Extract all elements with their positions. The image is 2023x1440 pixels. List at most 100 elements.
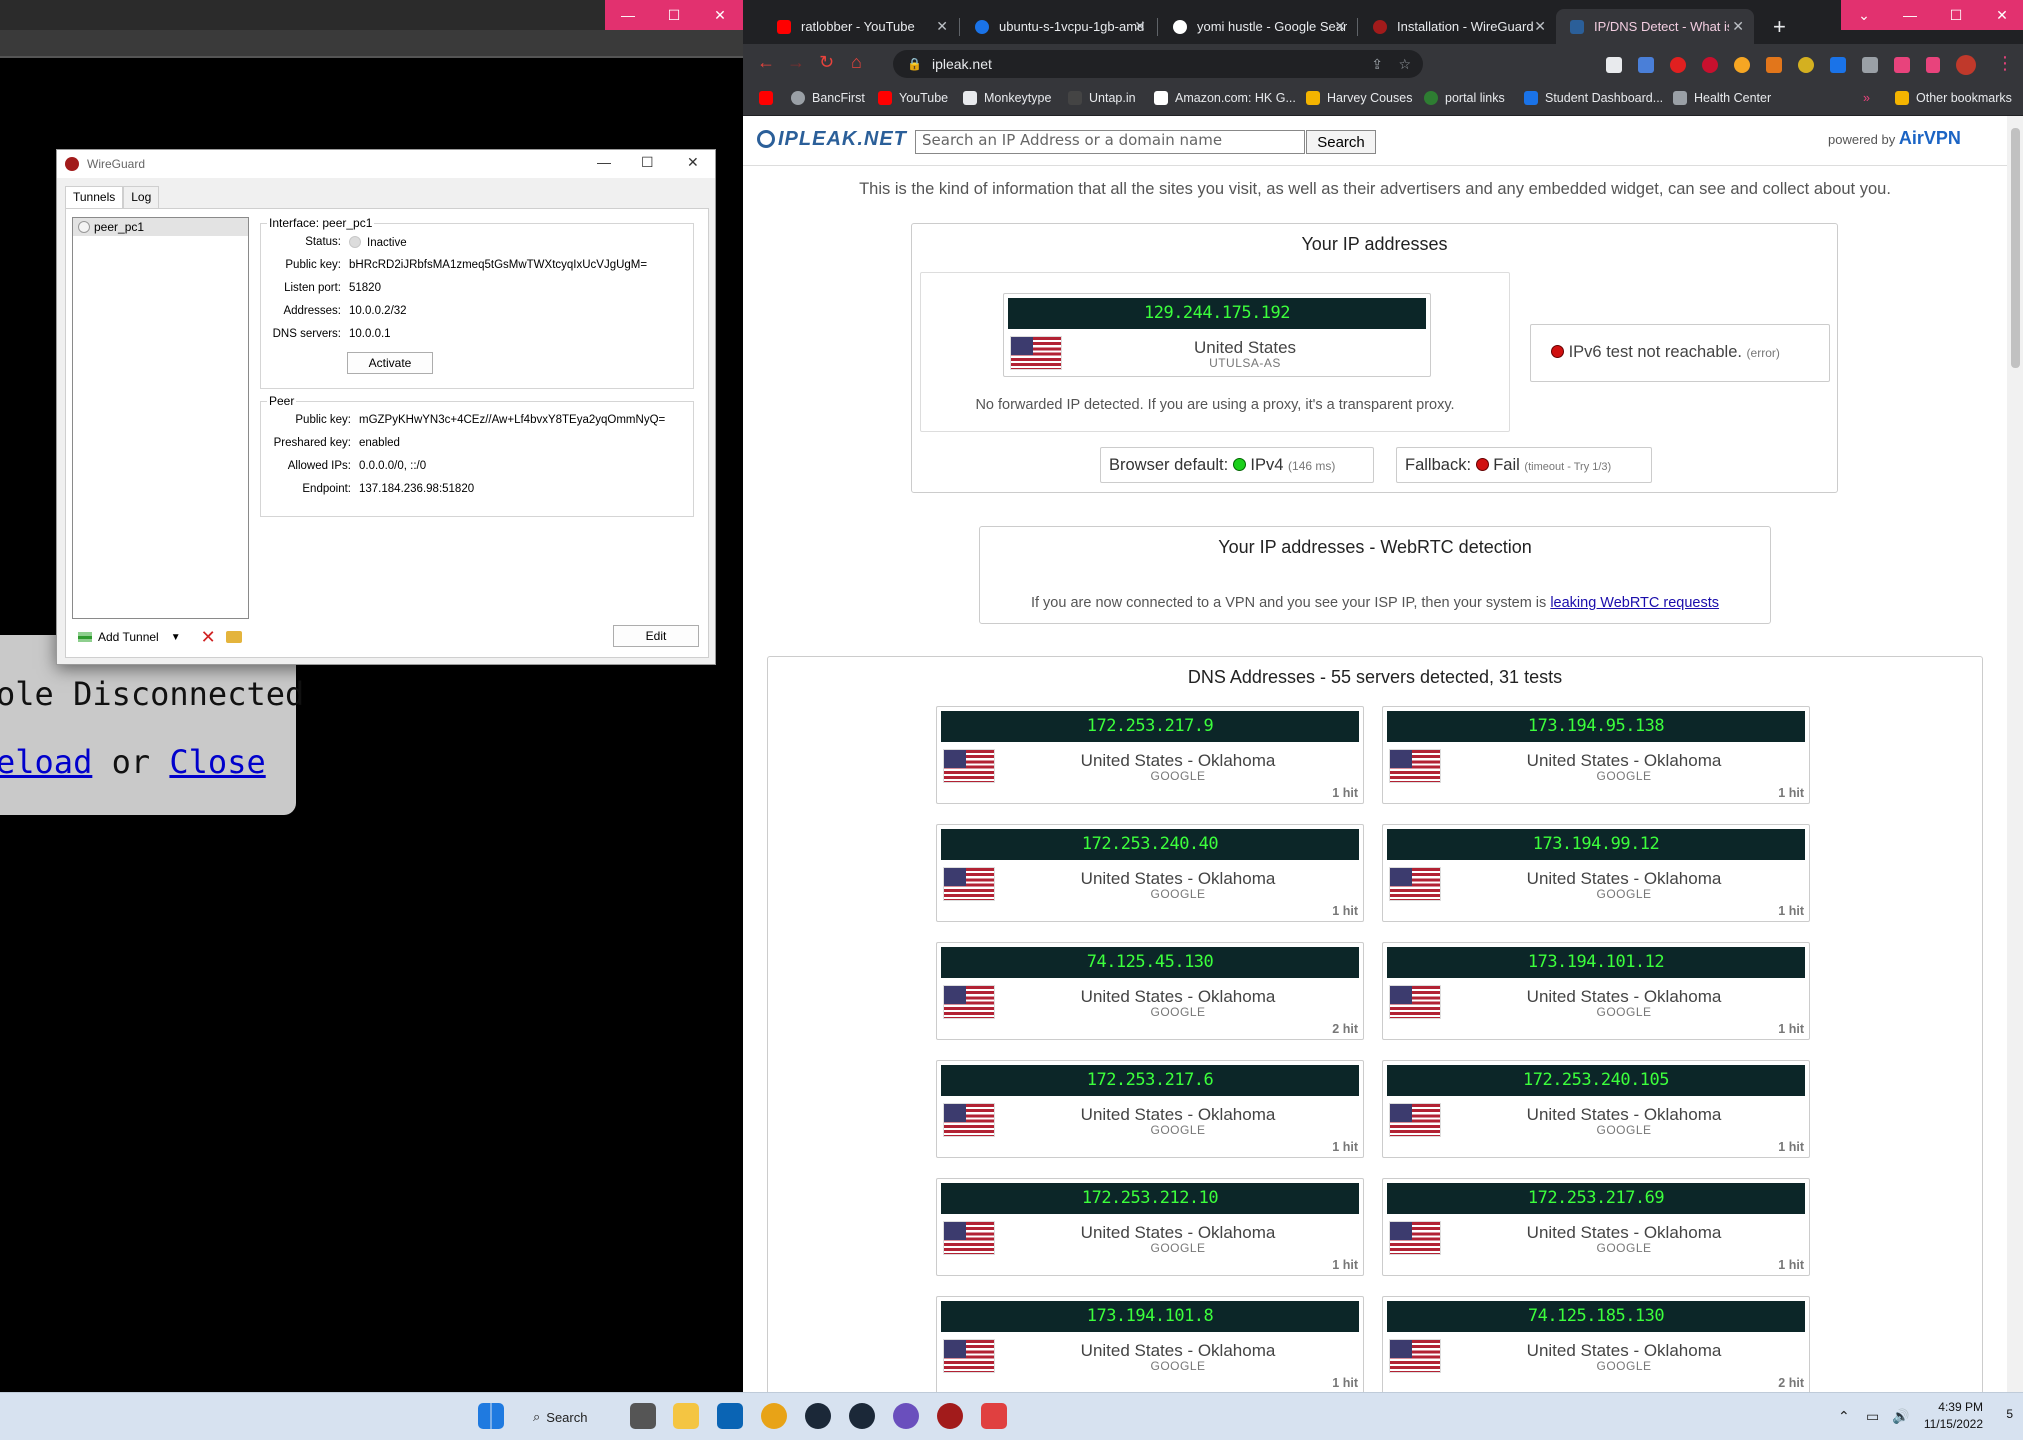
ipleak-logo[interactable]: IPLEAK.NET — [757, 128, 907, 151]
outlook-icon[interactable] — [717, 1403, 743, 1429]
minimize-button[interactable]: — — [1887, 0, 1933, 30]
dns-ip: 74.125.45.130 — [941, 947, 1359, 978]
forward-icon[interactable]: → — [787, 52, 805, 73]
bookmark-item[interactable]: Monkeytype — [963, 91, 1051, 105]
dns-ip: 74.125.185.130 — [1387, 1301, 1805, 1332]
console-close-button[interactable]: ✕ — [697, 0, 743, 30]
search-button[interactable]: Search — [1306, 130, 1376, 154]
file-explorer-icon[interactable] — [673, 1403, 699, 1429]
clock[interactable]: 4:39 PM 11/15/2022 — [1924, 1399, 1983, 1433]
close-tab-icon[interactable]: ✕ — [1334, 18, 1346, 35]
address-bar[interactable]: 🔒 ipleak.net ⇪ ☆ — [893, 50, 1423, 78]
browser-tab[interactable]: ubuntu-s-1vcpu-1gb-amd ✕ — [961, 9, 1156, 44]
avatar[interactable] — [1956, 55, 1976, 75]
minimize-icon[interactable]: — — [597, 154, 611, 170]
extension-icon[interactable] — [1670, 57, 1686, 73]
other-bookmarks[interactable]: Other bookmarks — [1895, 91, 2012, 105]
close-link[interactable]: Close — [169, 743, 265, 781]
console-minimize-button[interactable]: — — [605, 0, 651, 30]
chevron-down-icon[interactable]: ▼ — [171, 632, 181, 643]
snipping-tool-icon[interactable] — [981, 1403, 1007, 1429]
bookmark-item[interactable]: Untap.in — [1068, 91, 1136, 105]
ip-card-title: Your IP addresses — [1301, 234, 1448, 254]
field-value: mGZPyKHwYN3c+4CEz//Aw+Lf4bvxY8TEya2yqOmm… — [359, 414, 666, 426]
more-bookmarks-chevron[interactable]: » — [1863, 91, 1870, 105]
network-icon[interactable]: ▭ — [1866, 1408, 1879, 1425]
tab-search-button[interactable]: ⌄ — [1841, 0, 1887, 30]
extension-icon[interactable] — [1606, 57, 1622, 73]
dns-hits: 1 hit — [1332, 1376, 1358, 1390]
windows-start-icon[interactable] — [478, 1403, 504, 1429]
notification-count[interactable]: 5 — [2006, 1407, 2013, 1421]
main-ip-box: 129.244.175.192 United States UTULSA-AS — [1003, 293, 1431, 377]
edit-button[interactable]: Edit — [613, 625, 699, 647]
maximize-button[interactable]: ☐ — [1933, 0, 1979, 30]
steam-icon[interactable] — [849, 1403, 875, 1429]
bookmark-item[interactable]: portal links — [1424, 91, 1505, 105]
extension-icon[interactable] — [1798, 57, 1814, 73]
task-view-icon[interactable] — [630, 1403, 656, 1429]
bookmark-item[interactable]: BancFirst — [791, 91, 865, 105]
chrome-icon[interactable] — [761, 1403, 787, 1429]
volume-icon[interactable]: 🔊 — [1892, 1408, 1909, 1425]
browser-tab[interactable]: ratlobber - YouTube ✕ — [763, 9, 958, 44]
home-icon[interactable]: ⌂ — [851, 52, 862, 73]
browser-tab[interactable]: Installation - WireGuard ✕ — [1359, 9, 1556, 44]
bookmark-item[interactable]: Health Center — [1673, 91, 1771, 105]
reload-link[interactable]: eload — [0, 743, 92, 781]
browser-tab[interactable]: yomi hustle - Google Search ✕ — [1159, 9, 1356, 44]
bookmark-item[interactable]: YouTube — [878, 91, 948, 105]
menu-icon[interactable]: ⋮ — [1996, 53, 2014, 74]
bookmark-item[interactable] — [759, 91, 780, 105]
steam-icon[interactable] — [805, 1403, 831, 1429]
reload-icon[interactable]: ↻ — [819, 52, 834, 73]
close-tab-icon[interactable]: ✕ — [936, 18, 948, 35]
ip-search-input[interactable]: Search an IP Address or a domain name — [915, 130, 1305, 154]
bookmark-item[interactable]: Harvey Couses — [1306, 91, 1412, 105]
field-value: 51820 — [349, 282, 381, 294]
bookmark-item[interactable]: Amazon.com: HK G... — [1154, 91, 1296, 105]
delete-tunnel-icon[interactable]: ✕ — [201, 627, 216, 648]
console-maximize-button[interactable]: ☐ — [651, 0, 697, 30]
app-icon[interactable] — [893, 1403, 919, 1429]
bookmark-label: portal links — [1445, 91, 1505, 105]
chevron-up-icon[interactable]: ⌃ — [1838, 1408, 1850, 1425]
powered-by[interactable]: powered by AirVPN — [1828, 128, 1961, 149]
bookmark-item[interactable]: Student Dashboard... — [1524, 91, 1663, 105]
close-icon[interactable]: ✕ — [687, 154, 699, 171]
webrtc-link[interactable]: leaking WebRTC requests — [1550, 595, 1719, 611]
metamask-icon[interactable] — [1766, 57, 1782, 73]
clock-time: 4:39 PM — [1938, 1400, 1983, 1414]
tunnel-list[interactable]: peer_pc1 — [72, 217, 249, 619]
extension-icon[interactable] — [1862, 57, 1878, 73]
ublock-icon[interactable] — [1702, 57, 1718, 73]
wireguard-icon[interactable] — [937, 1403, 963, 1429]
back-icon[interactable]: ← — [757, 52, 775, 73]
tab-tunnels[interactable]: Tunnels — [65, 186, 124, 208]
star-icon[interactable]: ☆ — [1398, 56, 1411, 73]
close-tab-icon[interactable]: ✕ — [1732, 18, 1744, 35]
status-row: Status: Inactive — [261, 236, 693, 254]
translate-icon[interactable] — [1638, 57, 1654, 73]
close-button[interactable]: ✕ — [1979, 0, 2023, 30]
maximize-icon[interactable]: ☐ — [641, 154, 654, 171]
extension-icon[interactable] — [1734, 57, 1750, 73]
puzzle-icon[interactable] — [1894, 57, 1910, 73]
new-tab-button[interactable]: + — [1773, 14, 1786, 40]
add-tunnel-button[interactable]: Add Tunnel ▼ — [72, 630, 187, 644]
close-tab-icon[interactable]: ✕ — [1534, 18, 1546, 35]
browser-toolbar: ← → ↻ ⌂ 🔒 ipleak.net ⇪ ☆ ⋮ — [743, 44, 2023, 84]
activate-button[interactable]: Activate — [347, 352, 433, 374]
taskbar-search[interactable]: ⌕ Search — [533, 1405, 587, 1429]
tunnel-item[interactable]: peer_pc1 — [73, 218, 248, 236]
side-panel-icon[interactable] — [1926, 57, 1940, 73]
scroll-thumb[interactable] — [2011, 128, 2020, 368]
extension-icon[interactable] — [1830, 57, 1846, 73]
browser-tab-active[interactable]: IP/DNS Detect - What is your IP ✕ — [1556, 9, 1754, 44]
share-icon[interactable]: ⇪ — [1371, 56, 1383, 73]
tab-log[interactable]: Log — [123, 186, 160, 208]
export-folder-icon[interactable] — [225, 631, 242, 643]
close-tab-icon[interactable]: ✕ — [1134, 18, 1146, 35]
amazon-icon — [1154, 91, 1168, 105]
page-scrollbar[interactable] — [2007, 116, 2023, 1392]
